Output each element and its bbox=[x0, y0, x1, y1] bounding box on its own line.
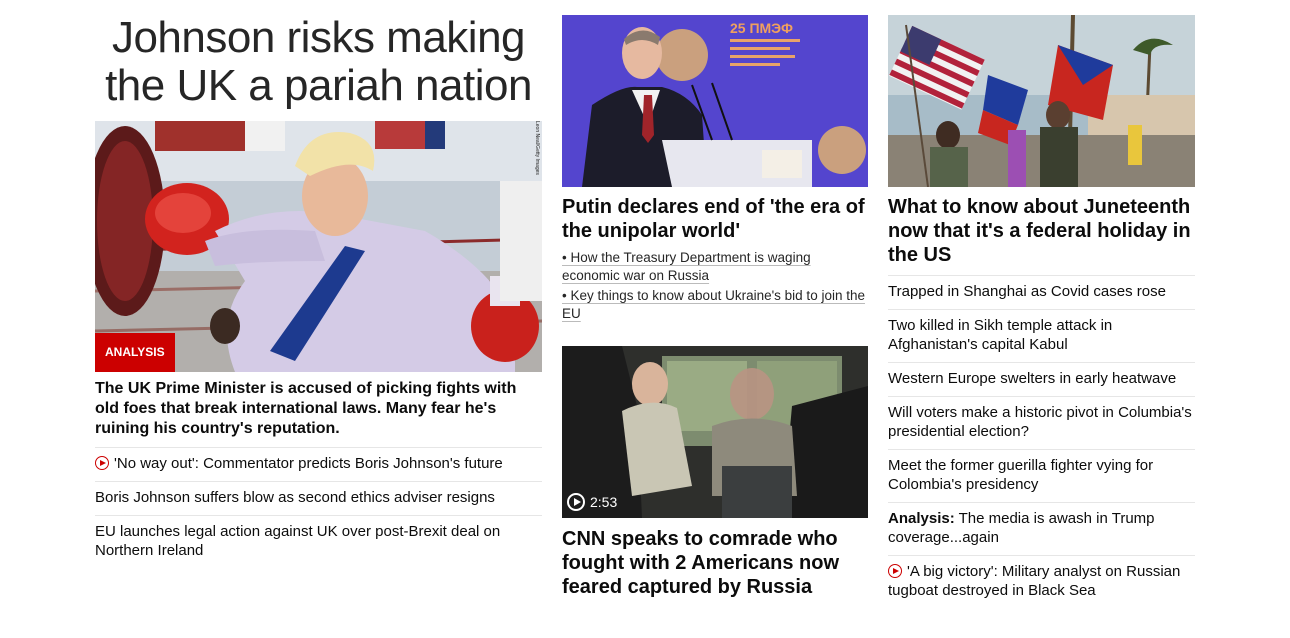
video-duration: 2:53 bbox=[567, 492, 617, 512]
bullet-link[interactable]: • Key things to know about Ukraine's bid… bbox=[562, 287, 868, 323]
related-link[interactable]: EU launches legal action against UK over… bbox=[95, 516, 542, 568]
right-link[interactable]: Two killed in Sikh temple attack in Afgh… bbox=[888, 310, 1195, 363]
putin-image[interactable]: 25 ПМЭФ bbox=[562, 15, 868, 187]
analysis-label: Analysis: bbox=[888, 510, 955, 527]
lead-image[interactable]: ANALYSIS Leon Neal/Getty Images bbox=[95, 121, 542, 372]
video-headline[interactable]: CNN speaks to comrade who fought with 2 … bbox=[562, 527, 868, 599]
video-thumbnail[interactable]: 2:53 bbox=[562, 346, 868, 518]
juneteenth-headline[interactable]: What to know about Juneteenth now that i… bbox=[888, 195, 1195, 276]
putin-photo: 25 ПМЭФ bbox=[562, 15, 868, 187]
right-link[interactable]: Trapped in Shanghai as Covid cases rose bbox=[888, 276, 1195, 310]
related-links: 'No way out': Commentator predicts Boris… bbox=[95, 448, 542, 568]
lead-description[interactable]: The UK Prime Minister is accused of pick… bbox=[95, 379, 542, 448]
putin-bullets: • How the Treasury Department is waging … bbox=[562, 249, 868, 323]
link-text: 'No way out': Commentator predicts Boris… bbox=[114, 455, 503, 472]
play-icon bbox=[567, 493, 585, 511]
duration-text: 2:53 bbox=[590, 494, 618, 510]
lead-story: Johnson risks making the UK a pariah nat… bbox=[95, 0, 542, 568]
juneteenth-image[interactable] bbox=[888, 15, 1195, 187]
play-icon bbox=[95, 456, 109, 470]
right-link[interactable]: Meet the former guerilla fighter vying f… bbox=[888, 450, 1195, 503]
right-link[interactable]: Western Europe swelters in early heatwav… bbox=[888, 363, 1195, 397]
image-credit: Leon Neal/Getty Images bbox=[534, 121, 540, 175]
right-link-analysis[interactable]: Analysis: The media is awash in Trump co… bbox=[888, 503, 1195, 556]
middle-column: 25 ПМЭФ Putin declares end of 'the era o… bbox=[562, 0, 868, 598]
lead-headline[interactable]: Johnson risks making the UK a pariah nat… bbox=[95, 14, 542, 110]
flags-photo bbox=[888, 15, 1195, 187]
right-column: What to know about Juneteenth now that i… bbox=[888, 0, 1195, 608]
analysis-badge: ANALYSIS bbox=[95, 333, 175, 372]
right-link-list: Trapped in Shanghai as Covid cases rose … bbox=[888, 276, 1195, 608]
bullet-link[interactable]: • How the Treasury Department is waging … bbox=[562, 249, 868, 285]
related-link-video[interactable]: 'No way out': Commentator predicts Boris… bbox=[95, 448, 542, 482]
link-text: 'A big victory': Military analyst on Rus… bbox=[888, 563, 1181, 599]
putin-headline[interactable]: Putin declares end of 'the era of the un… bbox=[562, 195, 868, 243]
related-link[interactable]: Boris Johnson suffers blow as second eth… bbox=[95, 482, 542, 516]
banner-text: 25 ПМЭФ bbox=[730, 20, 793, 36]
right-link[interactable]: Will voters make a historic pivot in Col… bbox=[888, 397, 1195, 450]
play-icon bbox=[888, 564, 902, 578]
right-link-video[interactable]: 'A big victory': Military analyst on Rus… bbox=[888, 556, 1195, 608]
